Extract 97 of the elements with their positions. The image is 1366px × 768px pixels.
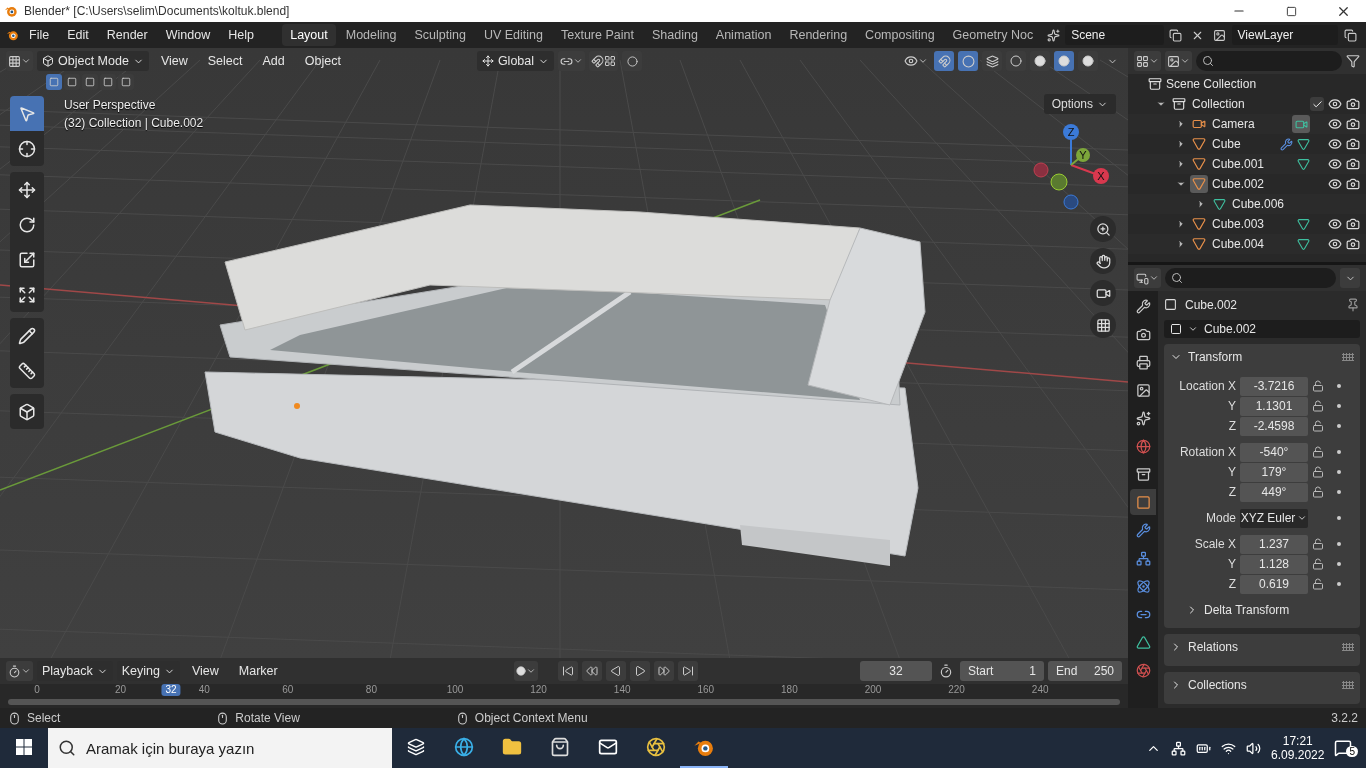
axis-gizmo[interactable]: Z Y X (1026, 120, 1116, 210)
frame-number: 240 (1031, 684, 1049, 696)
menu-item[interactable]: Object (296, 51, 349, 71)
frame-number: 140 (613, 684, 631, 696)
outliner-item-name[interactable]: Cube.004 (1212, 237, 1265, 251)
menu-item[interactable]: Edit (59, 25, 97, 45)
menu-item[interactable]: View (152, 51, 196, 71)
property-label: Location X (1178, 379, 1236, 393)
property-label: Z (1227, 485, 1236, 499)
workspace-tab[interactable]: Sculpting (406, 24, 474, 46)
subpanel-header[interactable]: Delta Transform (1170, 598, 1354, 622)
frame-number: 0 (34, 684, 40, 696)
panel-title: Relations (1188, 640, 1239, 654)
workspace-tab[interactable]: Modeling (337, 24, 405, 46)
property-label: Y (1227, 465, 1236, 479)
workspace-tab[interactable]: Layout (282, 24, 336, 46)
frame-number: 100 (446, 684, 464, 696)
outliner-item-name[interactable]: Collection (1192, 97, 1245, 111)
workspace-tab[interactable]: Shading (643, 24, 706, 46)
workspace-tab[interactable]: Geometry Noc (944, 24, 1042, 46)
property-label: Y (1227, 557, 1236, 571)
playhead-frame[interactable]: 32 (161, 684, 181, 696)
menu-item[interactable]: View (183, 661, 227, 681)
property-label: Rotation X (1178, 445, 1236, 459)
number-field[interactable]: 0.619 (1240, 574, 1308, 594)
workspace-tab[interactable]: UV Editing (475, 24, 551, 46)
version-text: 3.2.2 (1331, 711, 1358, 725)
number-field[interactable]: -2.4598 (1240, 416, 1308, 436)
workspace-tab[interactable]: Compositing (857, 24, 943, 46)
status-hint: Rotate View (235, 711, 300, 725)
property-label: Mode (1204, 511, 1236, 525)
number-field[interactable]: 1.237 (1240, 534, 1308, 554)
status-hint: Select (27, 711, 61, 725)
view-layer-field[interactable]: ViewLayer (1231, 25, 1338, 45)
panel-title: Transform (1188, 350, 1243, 364)
frame-number: 40 (198, 684, 210, 696)
menu-item[interactable]: Window (157, 25, 219, 45)
frame-number: 180 (781, 684, 798, 696)
orientation-dropdown[interactable]: Global (476, 51, 555, 71)
menu-item[interactable]: File (21, 25, 58, 45)
number-field[interactable]: -3.7216 (1240, 376, 1308, 396)
menu-item[interactable]: Add (254, 51, 293, 71)
outliner-item-name[interactable]: Cube.002 (1212, 177, 1265, 191)
frame-number: 120 (530, 684, 547, 696)
workspace-tab[interactable]: Texture Paint (553, 24, 642, 46)
field-label: Start (968, 664, 994, 678)
outliner-item-name[interactable]: Cube.001 (1212, 157, 1265, 171)
scene-field[interactable]: Scene (1065, 25, 1164, 45)
field-value: 250 (1093, 664, 1114, 678)
number-field[interactable]: 179° (1240, 462, 1308, 482)
outliner-item-name[interactable]: Cube.003 (1212, 217, 1265, 231)
panel-header[interactable]: Transform (1170, 344, 1354, 370)
frame-number: 200 (864, 684, 882, 696)
options-dropdown[interactable]: Options (1043, 94, 1116, 114)
number-field[interactable]: 1.128 (1240, 554, 1308, 574)
name-field[interactable]: Cube.002 (1164, 320, 1360, 338)
frame-number: 80 (365, 684, 377, 696)
menu-item[interactable]: Marker (230, 661, 286, 681)
frame-number: 220 (948, 684, 965, 696)
outliner-item-name[interactable]: Scene Collection (1166, 77, 1257, 91)
property-label: Scale X (1193, 537, 1236, 551)
window-title: Blender* [C:\Users\selim\Documents\koltuk.blend] (24, 4, 291, 18)
property-label: Y (1227, 399, 1236, 413)
mode-dropdown[interactable]: Object Mode (37, 51, 149, 71)
outliner-item-name[interactable]: Cube (1212, 137, 1241, 151)
outliner-item-name[interactable]: Cube.006 (1232, 197, 1285, 211)
number-field[interactable]: 449° (1240, 482, 1308, 502)
menu-item[interactable]: Render (98, 25, 156, 45)
outliner-item-name[interactable]: Camera (1212, 117, 1255, 131)
field-label: End (1056, 664, 1078, 678)
start-frame-field[interactable]: Start 1 (960, 661, 1044, 681)
frame-number: 160 (697, 684, 715, 696)
status-hint: Object Context Menu (474, 711, 588, 725)
end-frame-field[interactable]: End 250 (1048, 661, 1122, 681)
property-label: Z (1227, 419, 1236, 433)
field-value: 1 (1029, 664, 1036, 678)
property-label: Z (1227, 577, 1236, 591)
mode-dropdown[interactable]: XYZ Euler (1240, 508, 1308, 528)
date-text: 6.09.2022 (1271, 748, 1325, 762)
menu-item[interactable]: Select (199, 51, 251, 71)
viewport-info-text: User Perspective (64, 98, 157, 112)
number-field[interactable]: -540° (1240, 442, 1308, 462)
taskbar-search-field[interactable]: Aramak için buraya yazın (48, 728, 392, 768)
clock[interactable]: 17:21 6.09.2022 (1271, 734, 1325, 762)
object-name: Cube.002 (1185, 297, 1238, 312)
workspace-tab[interactable]: Rendering (781, 24, 856, 46)
panel-title: Collections (1188, 678, 1247, 692)
viewport-info-text: (32) Collection | Cube.002 (64, 116, 204, 130)
notification-count: 5 (1346, 746, 1358, 757)
frame-number: 20 (115, 684, 127, 696)
workspace-tab[interactable]: Animation (707, 24, 780, 46)
current-frame-field[interactable]: 32 (860, 661, 932, 681)
panel-title: Delta Transform (1204, 603, 1290, 617)
time-text: 17:21 (1282, 734, 1313, 748)
number-field[interactable]: 1.1301 (1240, 396, 1308, 416)
menu-item[interactable]: Help (220, 25, 262, 45)
frame-number: 60 (282, 684, 294, 696)
